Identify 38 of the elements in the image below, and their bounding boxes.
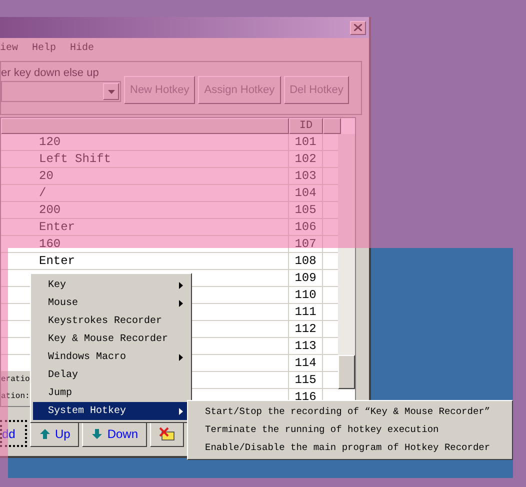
table-cell: 110 (289, 287, 323, 303)
table-cell: 120 (39, 134, 61, 150)
menu-item[interactable]: Terminate the running of hotkey execution (188, 421, 512, 439)
table-cell: 102 (289, 151, 323, 167)
table-cell: 109 (289, 270, 323, 286)
menu-item[interactable]: Delay (33, 366, 189, 384)
move-button[interactable]: dd (0, 420, 27, 447)
table-cell: Enter (39, 219, 76, 235)
hint-label: er key down else up (1, 66, 100, 80)
menu-item[interactable]: Keystrokes Recorder (33, 312, 189, 330)
table-cell: 112 (289, 321, 323, 337)
table-cell: 103 (289, 168, 323, 184)
table-cell: 106 (289, 219, 323, 235)
table-cell: 20 (39, 168, 54, 184)
table-cell: 101 (289, 134, 323, 150)
menu-item[interactable]: Key (33, 276, 189, 294)
menu-item[interactable]: Enable/Disable the main program of Hotkey Recorder (188, 439, 512, 457)
table-cell: 104 (289, 185, 323, 201)
menu-item[interactable]: Mouse (33, 294, 189, 312)
table-cell: 115 (289, 372, 323, 388)
menu-item[interactable]: System Hotkey (33, 402, 189, 420)
table-cell: 105 (289, 202, 323, 218)
table-cell: 160 (39, 236, 61, 252)
menu-item[interactable]: Start/Stop the recording of “Key & Mouse Recorder” (188, 403, 512, 421)
menu-item[interactable]: Windows Macro (33, 348, 189, 366)
table-cell: 113 (289, 338, 323, 354)
side-label: ation: (1, 389, 31, 405)
table-cell: 200 (39, 202, 61, 218)
table-cell: Enter (39, 253, 76, 269)
menu-item[interactable]: Key & Mouse Recorder (33, 330, 189, 348)
table-cell: 111 (289, 304, 323, 320)
menu-item[interactable]: Jump (33, 384, 189, 402)
table-cell: 108 (289, 253, 323, 269)
side-label: eratio (1, 372, 31, 388)
table-cell: / (39, 185, 46, 201)
table-cell: 107 (289, 236, 323, 252)
table-cell: Left Shift (39, 151, 112, 167)
table-cell: 114 (289, 355, 323, 371)
